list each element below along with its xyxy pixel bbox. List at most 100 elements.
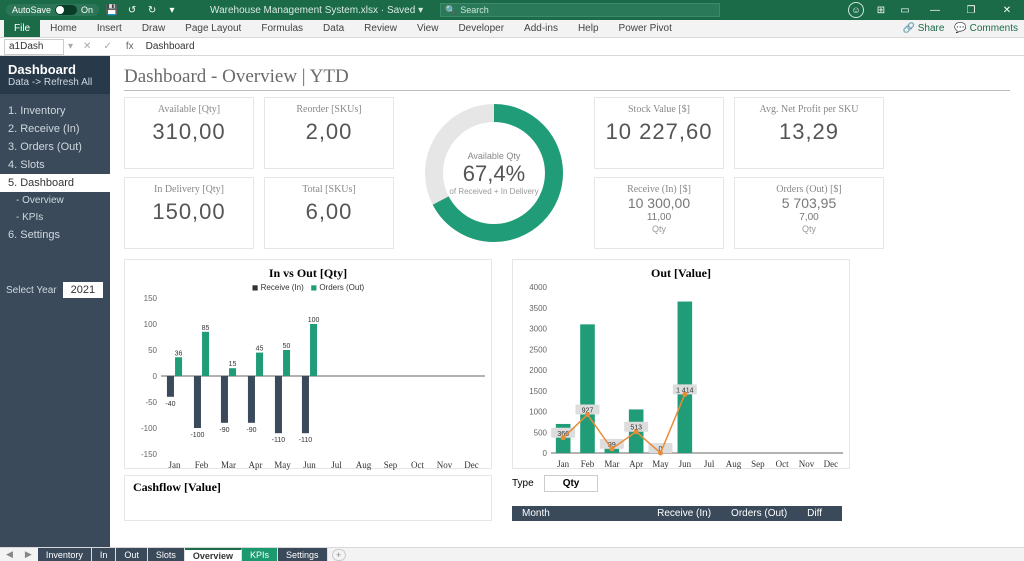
svg-text:Feb: Feb <box>581 459 595 469</box>
minimize-button[interactable]: — <box>922 0 948 20</box>
sidebar-item-dashboard[interactable]: 5. Dashboard <box>0 174 110 192</box>
svg-text:Jan: Jan <box>557 459 569 469</box>
svg-text:0: 0 <box>543 449 548 458</box>
ribbon-tab-file[interactable]: File <box>4 20 40 37</box>
svg-text:-100: -100 <box>141 424 158 433</box>
content-area: Dashboard - Overview | YTD Available [Qt… <box>110 56 1024 547</box>
sheet-tab-kpis[interactable]: KPIs <box>242 548 278 561</box>
ribbon-tab-powerpivot[interactable]: Power Pivot <box>609 20 682 37</box>
svg-text:Oct: Oct <box>776 459 789 469</box>
type-selector[interactable]: Qty <box>544 475 599 492</box>
sidebar-item-receive[interactable]: 2. Receive (In) <box>0 120 110 138</box>
ribbon-tab-data[interactable]: Data <box>313 20 354 37</box>
autosave-toggle[interactable]: AutoSave On <box>6 4 99 16</box>
save-icon[interactable]: 💾 <box>105 3 119 17</box>
svg-text:Jun: Jun <box>303 460 316 470</box>
chart-out-value: Out [Value] 0500100015002000250030003500… <box>512 259 850 469</box>
table-header: Month Receive (In) Orders (Out) Diff <box>512 506 842 521</box>
svg-text:Jul: Jul <box>704 459 715 469</box>
sidebar-item-overview[interactable]: - Overview <box>0 192 110 209</box>
svg-text:-110: -110 <box>299 437 313 444</box>
comments-button[interactable]: 💬 Comments <box>954 23 1018 34</box>
year-selector[interactable]: 2021 <box>63 282 103 298</box>
ribbon-tab-home[interactable]: Home <box>40 20 87 37</box>
ribbon: File Home Insert Draw Page Layout Formul… <box>0 20 1024 38</box>
svg-text:Jun: Jun <box>679 459 692 469</box>
share-button[interactable]: 🔗 Share <box>902 23 944 34</box>
name-box[interactable] <box>4 39 64 55</box>
ribbon-tab-formulas[interactable]: Formulas <box>251 20 313 37</box>
ribbon-mode-icon[interactable]: ▭ <box>898 3 912 17</box>
card-receive-in: Receive (In) [$] 10 300,00 11,00 Qty <box>594 177 724 249</box>
qat-more-icon[interactable]: ▾ <box>165 3 179 17</box>
svg-text:-100: -100 <box>190 432 204 439</box>
new-sheet-button[interactable]: + <box>332 549 346 561</box>
card-orders-out: Orders (Out) [$] 5 703,95 7,00 Qty <box>734 177 884 249</box>
svg-text:Aug: Aug <box>726 459 742 469</box>
svg-text:Aug: Aug <box>356 460 372 470</box>
close-button[interactable]: ✕ <box>994 0 1020 20</box>
undo-icon[interactable]: ↺ <box>125 3 139 17</box>
redo-icon[interactable]: ↻ <box>145 3 159 17</box>
svg-text:3500: 3500 <box>529 304 547 313</box>
svg-text:50: 50 <box>283 343 291 350</box>
svg-text:-150: -150 <box>141 450 158 459</box>
card-total-skus: Total [SKUs] 6,00 <box>264 177 394 249</box>
sidebar-item-inventory[interactable]: 1. Inventory <box>0 102 110 120</box>
formula-bar: ▾ ✕ ✓ fx Dashboard <box>0 38 1024 56</box>
account-icon[interactable]: ☺ <box>848 2 864 18</box>
svg-text:2500: 2500 <box>529 345 547 354</box>
sheet-tab-slots[interactable]: Slots <box>148 548 185 561</box>
svg-text:Sep: Sep <box>384 460 398 470</box>
chart-cashflow-header: Cashflow [Value] <box>124 475 492 521</box>
ribbon-tab-addins[interactable]: Add-ins <box>514 20 568 37</box>
ribbon-tab-view[interactable]: View <box>407 20 449 37</box>
ribbon-tab-developer[interactable]: Developer <box>448 20 514 37</box>
tab-nav-next[interactable]: ▶ <box>19 549 38 560</box>
svg-text:100: 100 <box>144 320 158 329</box>
svg-text:150: 150 <box>144 294 158 303</box>
ribbon-tab-draw[interactable]: Draw <box>132 20 175 37</box>
card-reorder-skus: Reorder [SKUs] 2,00 <box>264 97 394 169</box>
svg-text:Apr: Apr <box>629 459 643 469</box>
svg-text:-90: -90 <box>246 427 256 434</box>
ribbon-tab-pagelayout[interactable]: Page Layout <box>175 20 251 37</box>
sheet-tab-in[interactable]: In <box>92 548 117 561</box>
ribbon-tab-help[interactable]: Help <box>568 20 609 37</box>
type-label: Type <box>512 478 534 489</box>
ribbon-tab-insert[interactable]: Insert <box>87 20 132 37</box>
svg-text:Apr: Apr <box>249 460 263 470</box>
svg-text:-90: -90 <box>219 427 229 434</box>
sidebar-item-kpis[interactable]: - KPIs <box>0 209 110 226</box>
svg-text:45: 45 <box>256 346 264 353</box>
ribbon-tab-review[interactable]: Review <box>354 20 407 37</box>
svg-text:0: 0 <box>153 372 158 381</box>
sheet-tab-settings[interactable]: Settings <box>278 548 328 561</box>
sheet-tabs: ◀ ▶ Inventory In Out Slots Overview KPIs… <box>0 547 1024 561</box>
sidebar-item-slots[interactable]: 4. Slots <box>0 156 110 174</box>
search-input[interactable]: 🔍 Search <box>440 3 720 17</box>
svg-text:85: 85 <box>202 325 210 332</box>
app-launcher-icon[interactable]: ⊞ <box>874 3 888 17</box>
sheet-tab-overview[interactable]: Overview <box>185 548 242 561</box>
fx-icon[interactable]: fx <box>118 41 142 52</box>
card-available-qty: Available [Qty] 310,00 <box>124 97 254 169</box>
svg-text:-50: -50 <box>145 398 157 407</box>
chart-in-vs-out: In vs Out [Qty] ◼ Receive (In) ◼ Orders … <box>124 259 492 469</box>
tab-nav-prev[interactable]: ◀ <box>0 549 19 560</box>
page-title: Dashboard - Overview | YTD <box>124 66 1010 91</box>
sidebar: Dashboard Data -> Refresh All 1. Invento… <box>0 56 110 547</box>
maximize-button[interactable]: ❐ <box>958 0 984 20</box>
svg-text:4000: 4000 <box>529 283 547 292</box>
formula-input[interactable]: Dashboard <box>142 41 1024 52</box>
sidebar-item-settings[interactable]: 6. Settings <box>0 226 110 244</box>
svg-text:Jul: Jul <box>331 460 342 470</box>
sidebar-item-orders[interactable]: 3. Orders (Out) <box>0 138 110 156</box>
svg-text:36: 36 <box>175 350 183 357</box>
document-title: Warehouse Management System.xlsx · Saved… <box>210 5 423 16</box>
svg-text:100: 100 <box>308 317 320 324</box>
svg-text:Dec: Dec <box>464 460 479 470</box>
sheet-tab-inventory[interactable]: Inventory <box>38 548 92 561</box>
sheet-tab-out[interactable]: Out <box>116 548 148 561</box>
svg-text:1000: 1000 <box>529 408 547 417</box>
